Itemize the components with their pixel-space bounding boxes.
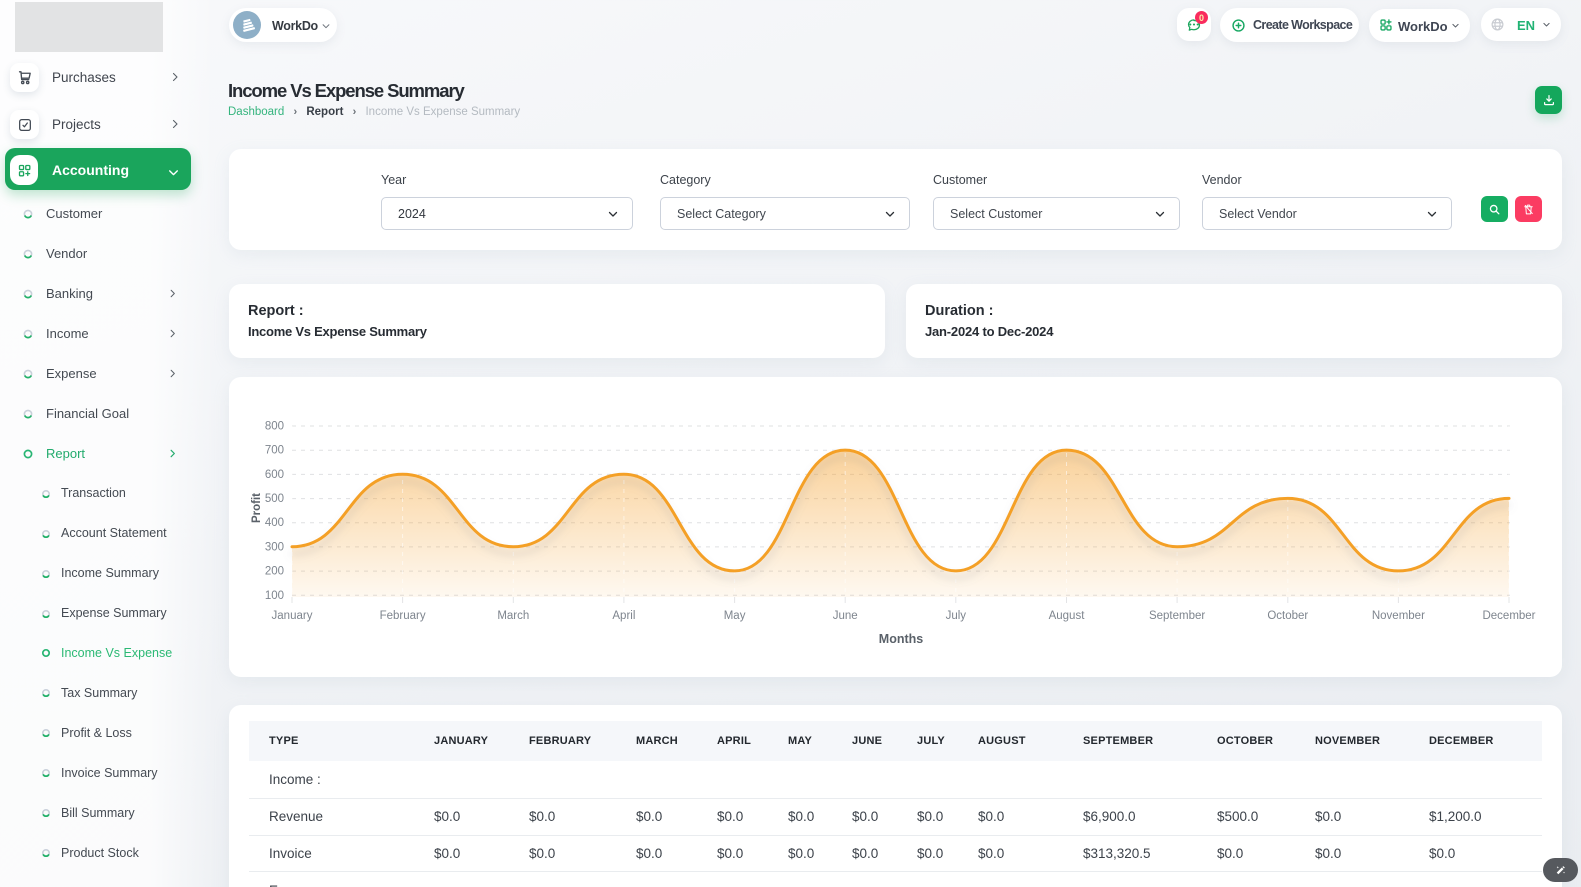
svg-text:October: October: [1267, 610, 1308, 622]
svg-text:December: December: [1482, 610, 1535, 622]
svg-text:August: August: [1049, 610, 1086, 622]
svg-text:April: April: [612, 610, 635, 622]
svg-text:500: 500: [265, 493, 284, 505]
svg-text:Months: Months: [879, 632, 923, 646]
svg-text:Profit: Profit: [251, 493, 263, 523]
svg-text:September: September: [1149, 610, 1205, 622]
svg-text:July: July: [946, 610, 967, 622]
svg-text:June: June: [833, 610, 858, 622]
svg-text:May: May: [724, 610, 746, 622]
svg-text:400: 400: [265, 517, 284, 529]
svg-text:November: November: [1372, 610, 1425, 622]
svg-text:February: February: [380, 610, 426, 622]
svg-text:March: March: [497, 610, 529, 622]
svg-text:800: 800: [265, 421, 284, 433]
svg-text:January: January: [272, 610, 313, 622]
svg-text:600: 600: [265, 469, 284, 481]
svg-text:300: 300: [265, 541, 284, 553]
svg-text:100: 100: [265, 590, 284, 602]
svg-text:700: 700: [265, 445, 284, 457]
svg-text:200: 200: [265, 566, 284, 578]
